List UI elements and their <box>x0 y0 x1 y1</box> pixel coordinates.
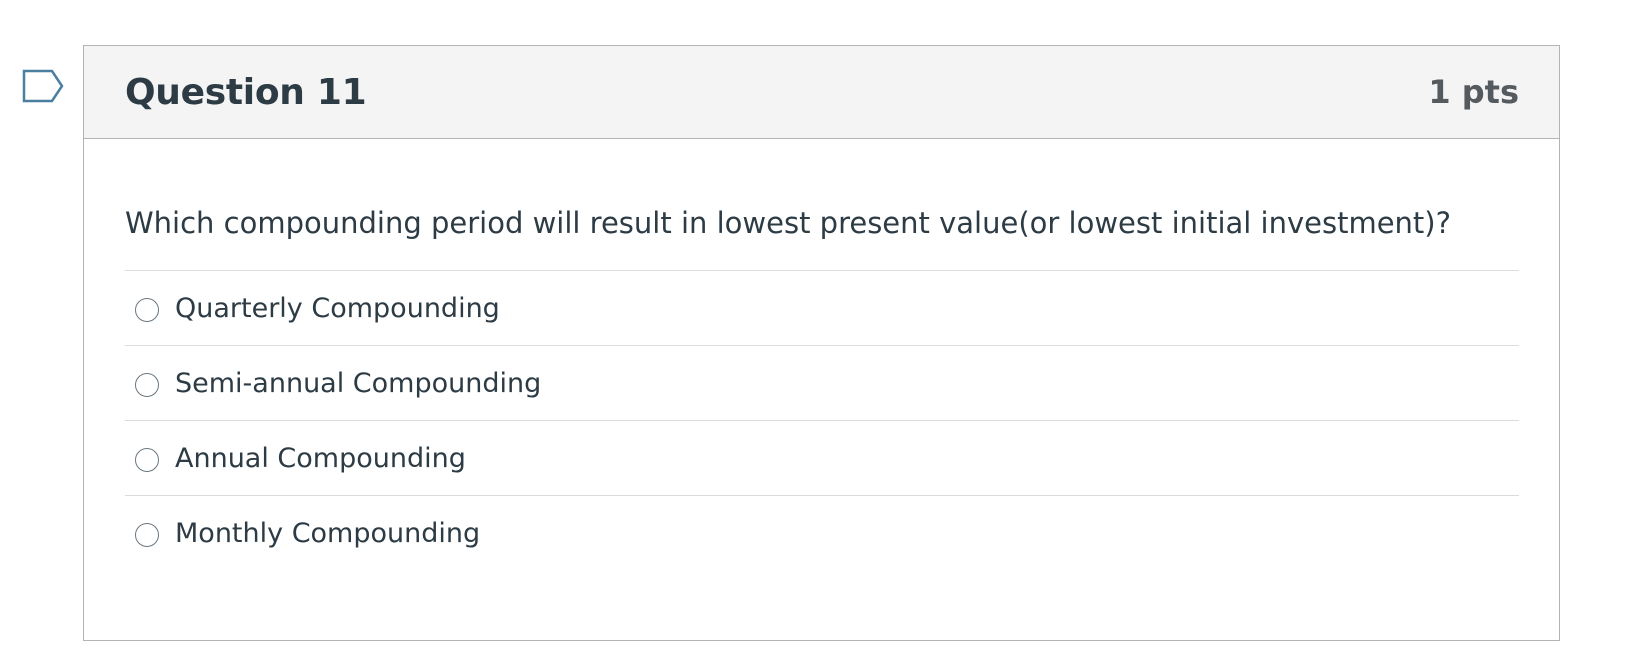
answer-list: Quarterly Compounding Semi-annual Compou… <box>125 270 1519 571</box>
radio-button[interactable] <box>135 447 159 472</box>
flag-question-icon[interactable] <box>22 68 64 104</box>
radio-button[interactable] <box>135 297 159 322</box>
radio-button[interactable] <box>135 372 159 397</box>
answer-option[interactable]: Semi-annual Compounding <box>125 346 1519 421</box>
question-card: Question 11 1 pts Which compounding peri… <box>83 45 1560 641</box>
question-header: Question 11 1 pts <box>84 46 1559 139</box>
radio-button[interactable] <box>135 523 159 547</box>
answer-option[interactable]: Annual Compounding <box>125 421 1519 496</box>
answer-option[interactable]: Monthly Compounding <box>125 496 1519 571</box>
question-text: Which compounding period will result in … <box>125 206 1452 240</box>
question-title: Question 11 <box>125 71 367 113</box>
answer-option[interactable]: Quarterly Compounding <box>125 271 1519 346</box>
answer-label: Annual Compounding <box>175 442 466 474</box>
answer-label: Monthly Compounding <box>175 518 481 549</box>
question-points: 1 pts <box>1428 73 1519 111</box>
answer-label: Semi-annual Compounding <box>175 367 542 399</box>
question-body: Which compounding period will result in … <box>84 205 1559 571</box>
answer-label: Quarterly Compounding <box>175 292 500 324</box>
